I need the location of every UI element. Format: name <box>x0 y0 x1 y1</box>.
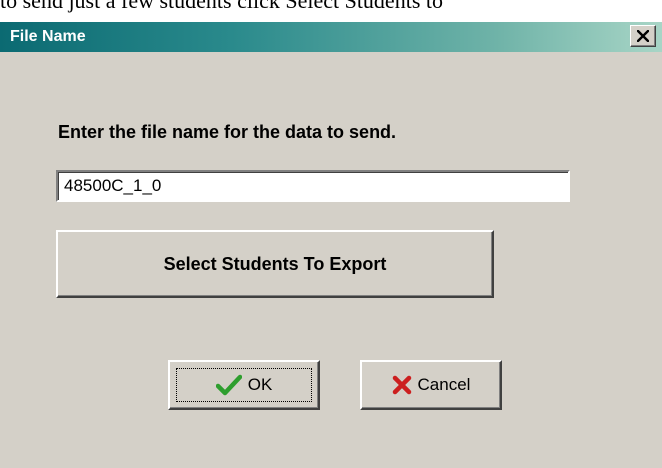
background-document-strip: to send just a few students click Select… <box>0 0 662 22</box>
dialog-title: File Name <box>10 28 86 45</box>
select-students-button[interactable]: Select Students To Export <box>56 230 494 298</box>
red-x-icon <box>392 375 412 395</box>
focus-rectangle <box>176 368 312 402</box>
file-name-input[interactable] <box>56 170 570 202</box>
ok-label: OK <box>247 375 273 394</box>
ok-button[interactable]: OK <box>168 360 320 410</box>
file-name-prompt: Enter the file name for the data to send… <box>58 122 397 142</box>
select-students-label: Select Students To Export <box>163 253 387 274</box>
cancel-label: Cancel <box>417 375 471 394</box>
close-icon <box>637 30 649 42</box>
checkmark-icon <box>215 374 242 396</box>
dialog-titlebar[interactable]: File Name <box>0 22 662 52</box>
close-button[interactable] <box>630 25 656 47</box>
file-name-dialog: File Name Enter the file name for the da… <box>0 22 662 468</box>
background-caption-text: to send just a few students click Select… <box>0 0 443 13</box>
cancel-button[interactable]: Cancel <box>360 360 502 410</box>
